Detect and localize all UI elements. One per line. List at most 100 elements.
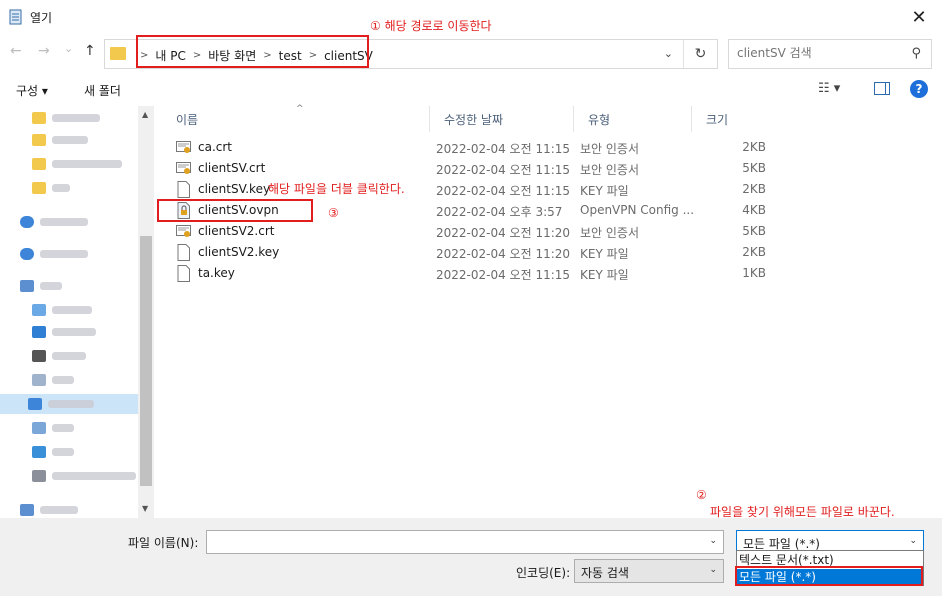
file-size: 2KB: [742, 140, 766, 154]
search-box[interactable]: ⚲: [728, 39, 932, 69]
nav-folder-item[interactable]: [32, 178, 70, 198]
desktop-icon: [28, 398, 42, 410]
annotation-box-filetype: [735, 566, 923, 586]
close-button[interactable]: ✕: [896, 0, 942, 34]
file-type: KEY 파일: [580, 184, 629, 198]
help-icon[interactable]: ?: [910, 80, 928, 98]
file-date: 2022-02-04 오전 11:15: [436, 268, 571, 282]
navigation-scrollbar[interactable]: ▲ ▼: [138, 106, 154, 518]
file-date: 2022-02-04 오전 11:15: [436, 142, 571, 156]
chevron-down-icon[interactable]: ⌄: [909, 536, 917, 546]
document-icon: [32, 374, 46, 386]
file-size: 2KB: [742, 245, 766, 259]
nav-3d-item[interactable]: [32, 300, 92, 320]
encoding-select[interactable]: 자동 검색 ⌄: [574, 559, 724, 583]
folder-icon: [32, 182, 46, 194]
nav-videos-item[interactable]: [32, 346, 86, 366]
view-options-icon[interactable]: ☷ ▾: [818, 81, 840, 96]
file-row[interactable]: clientSV.crt 2022-02-04 오전 11:15 보안 인증서 …: [162, 158, 942, 179]
nav-folder-item[interactable]: [32, 154, 122, 174]
drive-icon: [32, 470, 46, 482]
file-type: 보안 인증서: [580, 142, 640, 156]
document-icon: [177, 265, 190, 282]
scroll-up-icon[interactable]: ▲: [142, 110, 148, 119]
column-header-name[interactable]: ^ 이름: [162, 104, 430, 132]
forward-button[interactable]: →: [38, 43, 50, 59]
file-type: 보안 인증서: [580, 163, 640, 177]
folder-icon: [32, 112, 46, 124]
nav-downloads-item[interactable]: [32, 322, 96, 342]
folder-icon: [110, 47, 126, 60]
column-header-date[interactable]: 수정한 날짜: [430, 106, 574, 132]
nav-drive-item[interactable]: [32, 466, 136, 486]
chevron-down-icon[interactable]: ⌄: [709, 536, 717, 546]
refresh-button[interactable]: ↻: [683, 40, 717, 68]
cloud-icon: [20, 248, 34, 260]
blurred-label: [52, 328, 96, 336]
notepad-icon: [9, 9, 22, 25]
filename-combobox[interactable]: ⌄: [206, 530, 724, 554]
nav-music-item[interactable]: [32, 442, 74, 462]
file-name: clientSV.key: [198, 182, 271, 196]
column-header-size[interactable]: 크기: [692, 106, 772, 132]
blurred-label: [52, 376, 74, 384]
folder-icon: [32, 158, 46, 170]
nav-cloud-item[interactable]: [20, 212, 88, 232]
encoding-label: 인코딩(E):: [516, 566, 571, 580]
organize-button[interactable]: 구성 ▾: [16, 82, 48, 99]
file-name: ca.crt: [198, 140, 233, 154]
scroll-down-icon[interactable]: ▼: [142, 504, 148, 513]
back-button[interactable]: ←: [10, 43, 22, 59]
file-date: 2022-02-04 오전 11:20: [436, 226, 571, 240]
file-type: KEY 파일: [580, 268, 629, 282]
arrow-up-icon: ↑: [84, 43, 96, 59]
certificate-icon: [176, 141, 191, 153]
up-button[interactable]: ↑: [84, 43, 96, 59]
new-folder-button[interactable]: 새 폴더: [84, 82, 121, 99]
nav-documents-item[interactable]: [32, 370, 74, 390]
annotation-box-file: [157, 199, 313, 222]
search-icon[interactable]: ⚲: [911, 46, 921, 61]
blurred-label: [52, 306, 92, 314]
file-row[interactable]: ca.crt 2022-02-04 오전 11:15 보안 인증서 2KB: [162, 137, 942, 158]
video-icon: [32, 350, 46, 362]
nav-folder-item[interactable]: [32, 108, 100, 128]
nav-folder-item[interactable]: [32, 130, 88, 150]
blurred-label: [40, 250, 88, 258]
music-icon: [32, 446, 46, 458]
preview-pane-icon[interactable]: [874, 82, 890, 95]
file-size: 2KB: [742, 182, 766, 196]
blurred-label: [52, 184, 70, 192]
column-header-label: 수정한 날짜: [444, 113, 504, 127]
annotation-step-2-number: ②: [696, 488, 707, 502]
file-row[interactable]: clientSV2.crt 2022-02-04 오전 11:20 보안 인증서…: [162, 221, 942, 242]
file-name: clientSV.crt: [198, 161, 266, 175]
file-size: 5KB: [742, 161, 766, 175]
file-type: 보안 인증서: [580, 226, 640, 240]
column-header-label: 유형: [588, 113, 611, 127]
arrow-right-icon: →: [38, 43, 50, 59]
file-date: 2022-02-04 오전 11:15: [436, 163, 571, 177]
window-title: 열기: [30, 11, 53, 25]
nav-desktop-item[interactable]: [0, 394, 138, 414]
annotation-step-3-number: ③: [328, 206, 339, 220]
file-size: 1KB: [742, 266, 766, 280]
scrollbar-thumb[interactable]: [140, 236, 152, 486]
file-row[interactable]: ta.key 2022-02-04 오전 11:15 KEY 파일 1KB: [162, 263, 942, 284]
search-input[interactable]: [737, 46, 897, 60]
nav-pictures-item[interactable]: [32, 418, 74, 438]
nav-cloud-item[interactable]: [20, 244, 88, 264]
file-name: clientSV2.crt: [198, 224, 275, 238]
file-row[interactable]: clientSV2.key 2022-02-04 오전 11:20 KEY 파일…: [162, 242, 942, 263]
annotation-step-1: ① 해당 경로로 이동한다: [370, 19, 492, 33]
file-size: 4KB: [742, 203, 766, 217]
chevron-down-icon: ⌄: [64, 42, 74, 55]
file-type: OpenVPN Config ...: [580, 203, 695, 217]
chevron-down-icon[interactable]: ⌄: [709, 565, 717, 575]
column-header-type[interactable]: 유형: [574, 106, 692, 132]
address-dropdown-icon[interactable]: ⌄: [664, 47, 673, 60]
nav-network-item[interactable]: [20, 500, 78, 518]
recent-locations-button[interactable]: ⌄: [64, 42, 73, 55]
file-date: 2022-02-04 오전 11:15: [436, 184, 571, 198]
nav-pc-item[interactable]: [20, 276, 62, 296]
